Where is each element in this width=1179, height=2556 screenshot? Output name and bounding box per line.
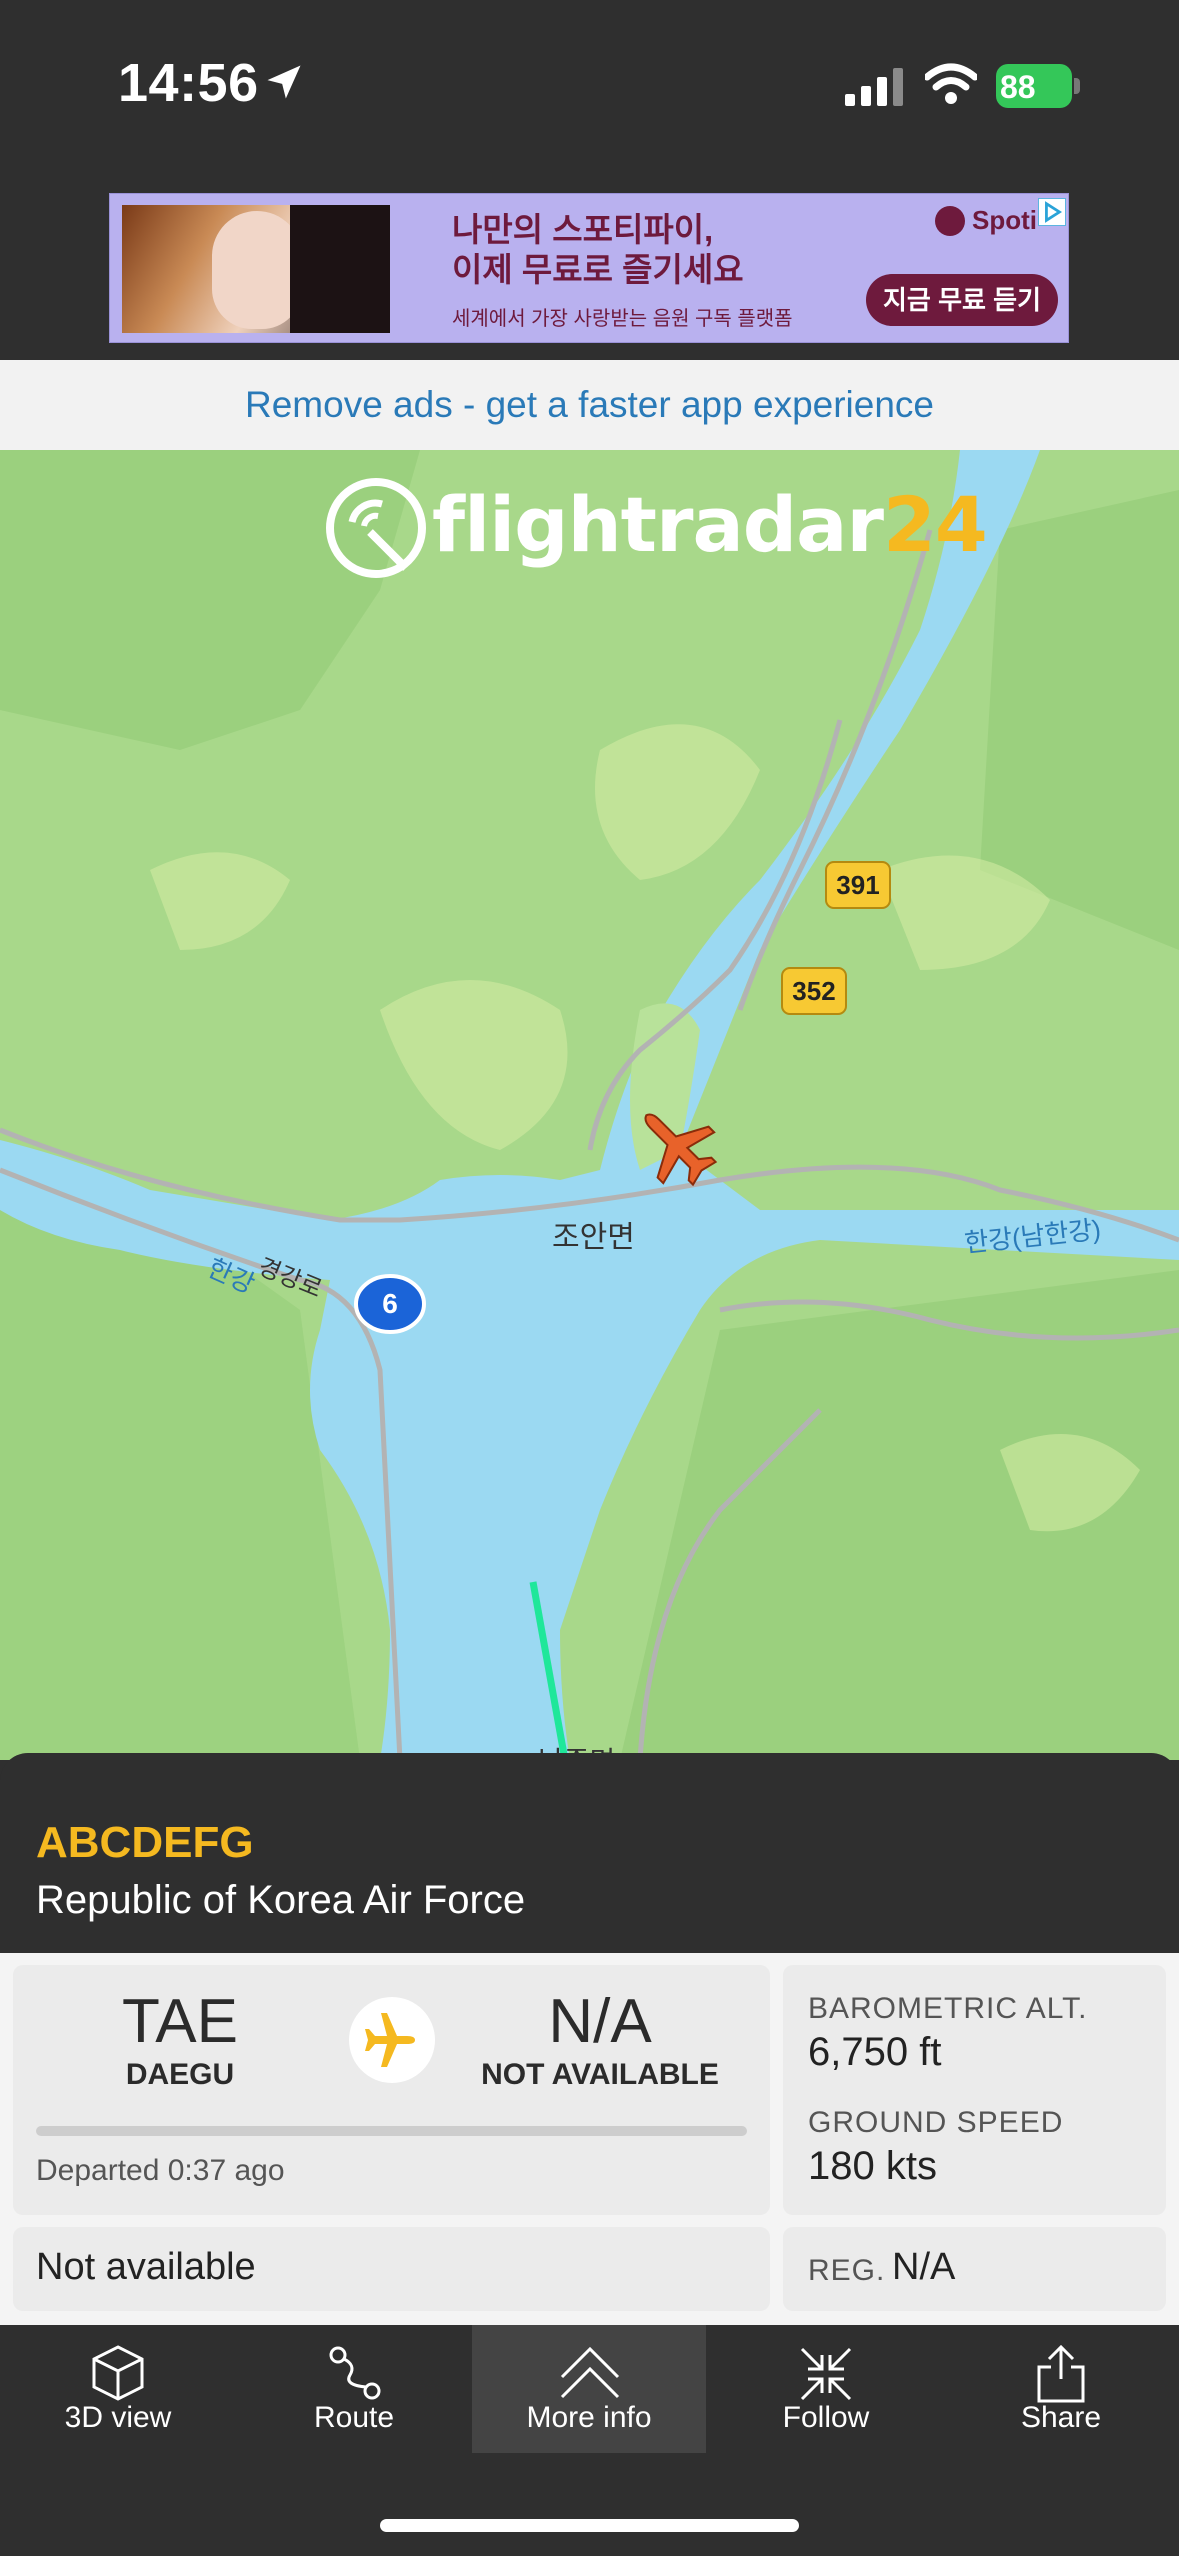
tab-share[interactable]: Share bbox=[943, 2325, 1179, 2453]
tab-follow[interactable]: Follow bbox=[708, 2325, 944, 2453]
flight-airline: Republic of Korea Air Force bbox=[36, 1878, 526, 1922]
chevron-up-double-icon bbox=[560, 2346, 620, 2399]
ground-speed-label: GROUND SPEED bbox=[808, 2106, 1064, 2139]
ad-subline[interactable]: 세계에서 가장 사랑받는 음원 구독 플랫폼 bbox=[452, 302, 793, 331]
registration-value: N/A bbox=[892, 2246, 956, 2288]
ad-choices-icon[interactable] bbox=[1038, 198, 1066, 226]
location-arrow-icon bbox=[267, 65, 301, 99]
barometric-alt-label: BAROMETRIC ALT. bbox=[808, 1992, 1088, 2025]
battery-level: 88 bbox=[1000, 69, 1036, 105]
ad-brand[interactable]: Spoti bbox=[972, 205, 1037, 236]
flight-progress-bar bbox=[36, 2126, 747, 2136]
follow-icon bbox=[800, 2347, 852, 2401]
tab-label-follow: Follow bbox=[782, 2401, 870, 2434]
tab-label-share: Share bbox=[1020, 2401, 1102, 2434]
cube-icon bbox=[92, 2345, 144, 2401]
tab-label-3d-view: 3D view bbox=[64, 2401, 172, 2434]
ad-cta-button[interactable]: 지금 무료 듣기 bbox=[866, 274, 1058, 326]
remove-ads-link[interactable]: Remove ads - get a faster app experience bbox=[0, 360, 1179, 450]
wifi-icon bbox=[925, 63, 977, 104]
tab-3d-view[interactable]: 3D view bbox=[0, 2325, 236, 2453]
airplane-icon bbox=[349, 1997, 435, 2083]
road-label-391: 391 bbox=[836, 870, 880, 900]
tab-label-route: Route bbox=[313, 2401, 395, 2434]
tab-label-more-info: More info bbox=[526, 2401, 652, 2434]
ad-headline-1[interactable]: 나만의 스포티파이, bbox=[452, 210, 713, 250]
ground-speed-value: 180 kts bbox=[808, 2144, 937, 2188]
battery-icon: 88 bbox=[996, 64, 1080, 108]
ad-headline-2[interactable]: 이제 무료로 즐기세요 bbox=[452, 250, 744, 290]
spotify-logo-icon bbox=[935, 206, 965, 236]
home-indicator[interactable] bbox=[380, 2519, 799, 2532]
registration-label: REG. bbox=[808, 2254, 886, 2287]
flight-callsign: ABCDEFG bbox=[36, 1818, 254, 1867]
arrival-city: NOT AVAILABLE bbox=[481, 2058, 719, 2091]
aircraft-type: Not available bbox=[36, 2246, 256, 2288]
departure-code: TAE bbox=[122, 1987, 238, 2056]
status-time: 14:56 bbox=[118, 53, 259, 113]
arrival-code: N/A bbox=[548, 1987, 652, 2056]
barometric-alt-value: 6,750 ft bbox=[808, 2030, 942, 2074]
departure-city: DAEGU bbox=[125, 2058, 235, 2091]
map-logo-text: flightradar24 bbox=[432, 480, 988, 569]
road-label-352: 352 bbox=[792, 976, 836, 1006]
cellular-signal-icon bbox=[845, 68, 903, 106]
route-icon bbox=[329, 2346, 381, 2400]
share-icon bbox=[1037, 2344, 1085, 2403]
town-label-joan: 조안면 bbox=[552, 1221, 635, 1254]
tab-more-info[interactable]: More info bbox=[472, 2325, 706, 2453]
road-label-6: 6 bbox=[382, 1288, 398, 1319]
departed-time: Departed 0:37 ago bbox=[36, 2154, 285, 2187]
map-view[interactable]: flightradar24 391 352 6 조안면 경강로 한강 한강(남한… bbox=[0, 450, 1179, 1760]
ad-photo[interactable] bbox=[122, 205, 390, 333]
tab-route[interactable]: Route bbox=[236, 2325, 472, 2453]
